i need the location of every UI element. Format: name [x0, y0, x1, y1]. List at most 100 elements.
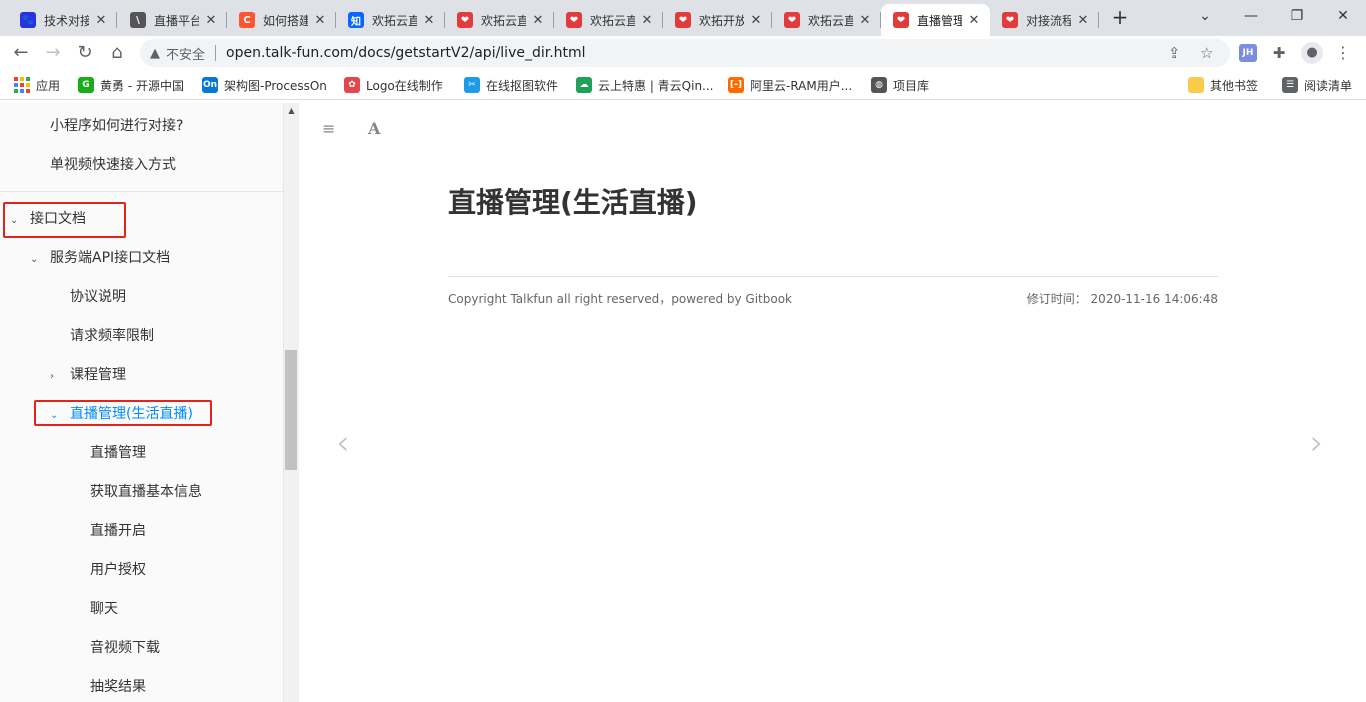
- sidebar-item-label: 获取直播基本信息: [90, 484, 202, 500]
- sidebar-divider: [0, 191, 283, 192]
- chevron-down-icon[interactable]: ⌄: [30, 250, 42, 270]
- sidebar-item-label: 聊天: [90, 601, 118, 617]
- sidebar-item[interactable]: 单视频快速接入方式: [50, 155, 176, 175]
- toggle-sidebar-hamburger-icon[interactable]: ≡: [322, 119, 335, 138]
- oschina-icon: G: [78, 77, 94, 93]
- bookmark-item[interactable]: 其他书签: [1188, 76, 1258, 94]
- warning-triangle-icon[interactable]: ▲: [150, 46, 160, 61]
- tab-close-icon[interactable]: ✕: [530, 13, 546, 28]
- bookmark-item[interactable]: ☰ 阅读清单: [1282, 76, 1352, 94]
- bookmark-label: 项目库: [893, 78, 930, 93]
- csdn-c-icon: C: [239, 12, 255, 28]
- sidebar-item-label: 音视频下载: [90, 640, 160, 656]
- profile-avatar-icon[interactable]: ●: [1301, 42, 1323, 64]
- previous-page-chevron-icon[interactable]: ‹: [336, 423, 350, 463]
- browser-tab[interactable]: ❤ 欢拓云直 ✕: [445, 4, 554, 36]
- browser-tab[interactable]: ❤ 欢拓云直 ✕: [772, 4, 881, 36]
- sidebar-item-label: 用户授权: [90, 562, 146, 578]
- bookmark-label: 云上特惠 | 青云Qin...: [598, 78, 714, 93]
- url-text[interactable]: open.talk-fun.com/docs/getstartV2/api/li…: [226, 45, 586, 61]
- bookmark-item[interactable]: G 黄勇 - 开源中国: [78, 76, 184, 94]
- talkfun-icon: ❤: [784, 12, 800, 28]
- scroll-thumb[interactable]: [285, 350, 297, 470]
- sidebar-item[interactable]: 抽奖结果: [90, 677, 146, 697]
- sidebar-item[interactable]: 聊天: [90, 599, 118, 619]
- scroll-up-arrow-icon[interactable]: ▲: [284, 106, 299, 115]
- chevron-right-icon[interactable]: ›: [50, 367, 62, 387]
- sidebar-item[interactable]: 获取直播基本信息: [90, 482, 202, 502]
- tab-close-icon[interactable]: ✕: [1075, 13, 1091, 28]
- tab-close-icon[interactable]: ✕: [203, 13, 219, 28]
- sidebar-item-label: 课程管理: [70, 367, 126, 383]
- browser-tab[interactable]: 知欢拓云直 ✕: [336, 4, 445, 36]
- sidebar-item[interactable]: ⌄ 服务端API接口文档: [30, 248, 170, 268]
- bookmark-item[interactable]: ✿ Logo在线制作: [344, 76, 443, 94]
- revision-timestamp: 2020-11-16 14:06:48: [1090, 292, 1218, 306]
- back-button[interactable]: ←: [8, 40, 34, 66]
- bookmark-item[interactable]: 应用: [14, 76, 60, 94]
- sidebar-item-label: 直播开启: [90, 523, 146, 539]
- tab-search-chevron-icon[interactable]: ⌄: [1182, 4, 1228, 28]
- bookmark-label: 黄勇 - 开源中国: [100, 78, 184, 93]
- koutu-icon: ✂: [464, 77, 480, 93]
- tab-close-icon[interactable]: ✕: [312, 13, 328, 28]
- bookmark-item[interactable]: On 架构图-ProcessOn: [202, 76, 327, 94]
- forward-button[interactable]: →: [40, 40, 66, 66]
- browser-tab[interactable]: ❤ 欢拓云直 ✕: [554, 4, 663, 36]
- new-tab-button[interactable]: +: [1108, 6, 1132, 30]
- sidebar-item[interactable]: 用户授权: [90, 560, 146, 580]
- tab-close-icon[interactable]: ✕: [748, 13, 764, 28]
- home-button[interactable]: ⌂: [104, 40, 130, 66]
- address-bar[interactable]: ▲ 不安全 open.talk-fun.com/docs/getstartV2/…: [140, 39, 1230, 67]
- sidebar-item[interactable]: 音视频下载: [90, 638, 160, 658]
- browser-tab[interactable]: \ 直播平台 ✕: [118, 4, 227, 36]
- highlight-box-live-management: [34, 400, 212, 426]
- tab-close-icon[interactable]: ✕: [421, 13, 437, 28]
- extensions-puzzle-icon[interactable]: ✚: [1270, 44, 1288, 62]
- tab-title: 直播平台: [154, 13, 199, 28]
- sidebar-item[interactable]: 直播管理: [90, 443, 146, 463]
- tab-title: 欢拓开放: [699, 13, 744, 28]
- qingcloud-icon: ☁: [576, 77, 592, 93]
- sidebar-item-label: 抽奖结果: [90, 679, 146, 695]
- next-page-chevron-icon[interactable]: ›: [1310, 423, 1324, 463]
- sidebar-item[interactable]: › 课程管理: [50, 365, 126, 385]
- apps-grid-icon: [14, 77, 30, 93]
- browser-tab[interactable]: C 如何搭建 ✕: [227, 4, 336, 36]
- tab-close-icon[interactable]: ✕: [639, 13, 655, 28]
- close-window-button[interactable]: ✕: [1320, 4, 1366, 28]
- tab-close-icon[interactable]: ✕: [93, 13, 109, 28]
- revision-label: 修订时间：: [1026, 292, 1087, 306]
- tab-close-icon[interactable]: ✕: [857, 13, 873, 28]
- maximize-button[interactable]: ❐: [1274, 4, 1320, 28]
- browser-tab[interactable]: 🐾 技术对接 ✕: [8, 4, 117, 36]
- bookmark-item[interactable]: ◍ 项目库: [871, 76, 929, 94]
- minimize-button[interactable]: —: [1228, 4, 1274, 28]
- bookmark-label: 阿里云-RAM用户...: [750, 78, 853, 93]
- sidebar-item[interactable]: 协议说明: [70, 287, 126, 307]
- browser-tab[interactable]: ❤ 对接流程 ✕: [990, 4, 1099, 36]
- jh-extension-icon[interactable]: JH: [1239, 44, 1257, 62]
- reload-button[interactable]: ↻: [72, 40, 98, 66]
- browser-menu-icon[interactable]: ⋮: [1334, 44, 1352, 62]
- bookmark-star-icon[interactable]: ☆: [1200, 44, 1213, 62]
- browser-tab[interactable]: ❤ 直播管理 ✕: [881, 4, 990, 36]
- sidebar-item[interactable]: 请求频率限制: [70, 326, 154, 346]
- bookmark-item[interactable]: [-] 阿里云-RAM用户...: [728, 76, 852, 94]
- sidebar-item[interactable]: 直播开启: [90, 521, 146, 541]
- font-settings-button[interactable]: A: [368, 119, 380, 138]
- bookmark-item[interactable]: ✂ 在线抠图软件: [464, 76, 558, 94]
- bookmark-label: 应用: [36, 78, 61, 93]
- sidebar-scrollbar[interactable]: ▲: [284, 103, 299, 702]
- aliyun-icon: [-]: [728, 77, 744, 93]
- share-icon[interactable]: ⇪: [1168, 44, 1181, 62]
- browser-tab[interactable]: ❤ 欢拓开放 ✕: [663, 4, 772, 36]
- not-secure-label[interactable]: 不安全: [166, 44, 205, 63]
- tab-close-icon[interactable]: ✕: [966, 13, 982, 28]
- sidebar-item[interactable]: 小程序如何进行对接?: [50, 116, 183, 136]
- folder-icon: [1188, 77, 1204, 93]
- bookmark-item[interactable]: ☁ 云上特惠 | 青云Qin...: [576, 76, 714, 94]
- zhihu-zhi-icon: 知: [348, 12, 364, 28]
- tab-title: 欢拓云直: [590, 13, 635, 28]
- talkfun-icon: ❤: [566, 12, 582, 28]
